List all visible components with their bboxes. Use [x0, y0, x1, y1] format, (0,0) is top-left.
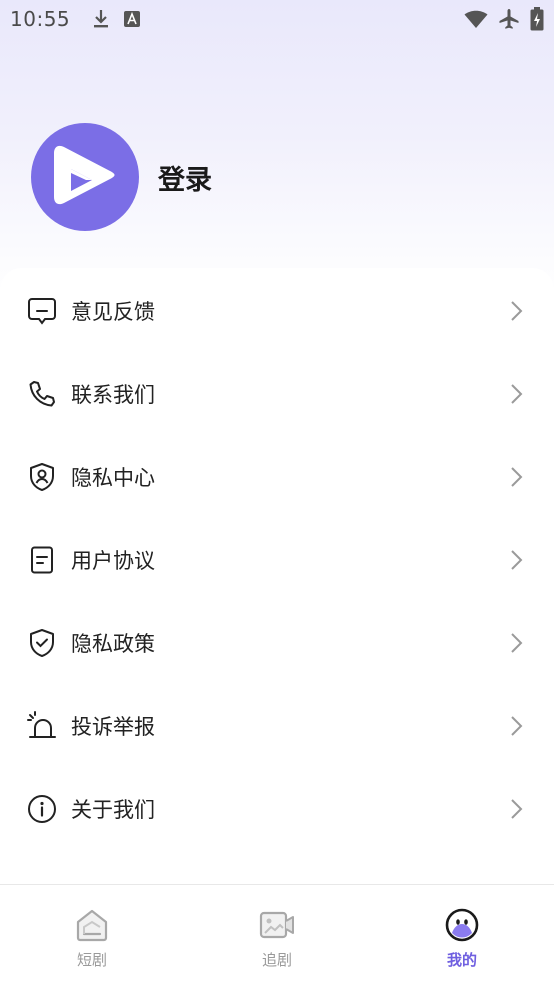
avatar[interactable]: [31, 123, 139, 231]
menu-item-report[interactable]: 投诉举报: [0, 684, 554, 767]
airplane-icon: [498, 8, 520, 30]
menu-item-label: 意见反馈: [71, 299, 155, 324]
feedback-icon: [27, 296, 57, 326]
home-icon: [74, 907, 110, 943]
mine-face-icon: [444, 907, 480, 943]
menu-item-label: 隐私政策: [71, 631, 155, 656]
chevron-right-icon: [508, 631, 524, 655]
chevron-right-icon: [508, 548, 524, 572]
menu-item-feedback[interactable]: 意见反馈: [0, 269, 554, 352]
bottom-tab-bar: 短剧 追剧 我的: [0, 884, 554, 984]
phone-icon: [27, 379, 57, 409]
menu-item-about[interactable]: 关于我们: [0, 767, 554, 850]
chevron-right-icon: [508, 299, 524, 323]
info-icon: [27, 794, 57, 824]
tab-label: 我的: [446, 951, 477, 969]
menu-item-contact[interactable]: 联系我们: [0, 352, 554, 435]
profile-header[interactable]: 登录: [31, 123, 212, 231]
chevron-right-icon: [508, 714, 524, 738]
tab-short-drama[interactable]: 短剧: [32, 885, 152, 984]
menu-item-privacy-policy[interactable]: 隐私政策: [0, 601, 554, 684]
play-logo-icon: [54, 139, 116, 215]
chevron-right-icon: [508, 797, 524, 821]
menu-item-label: 隐私中心: [71, 465, 155, 490]
menu-item-privacy-center[interactable]: 隐私中心: [0, 435, 554, 518]
privacy-shield-user-icon: [27, 462, 57, 492]
wifi-icon: [464, 9, 488, 29]
tab-follow-drama[interactable]: 追剧: [217, 885, 337, 984]
tab-mine[interactable]: 我的: [402, 885, 522, 984]
menu-item-label: 投诉举报: [71, 714, 155, 739]
menu-item-label: 用户协议: [71, 548, 155, 573]
menu-item-user-agreement[interactable]: 用户协议: [0, 518, 554, 601]
download-icon: [92, 9, 110, 29]
menu-item-label: 联系我们: [71, 382, 155, 407]
chevron-right-icon: [508, 465, 524, 489]
status-time: 10:55: [10, 7, 71, 31]
document-icon: [27, 545, 57, 575]
video-camera-icon: [259, 907, 295, 943]
alarm-icon: [27, 710, 57, 741]
menu-card: 意见反馈 联系我们 隐私中心 用户协议 隐私政策 投诉举报 关于我们: [0, 268, 554, 888]
tab-label: 短剧: [76, 951, 107, 969]
chevron-right-icon: [508, 382, 524, 406]
shield-check-icon: [27, 628, 57, 658]
login-label[interactable]: 登录: [158, 158, 212, 197]
battery-charging-icon: [530, 7, 544, 31]
tab-label: 追剧: [261, 951, 292, 969]
menu-item-label: 关于我们: [71, 797, 155, 822]
font-icon: [124, 11, 141, 27]
status-bar: 10:55: [0, 0, 554, 38]
